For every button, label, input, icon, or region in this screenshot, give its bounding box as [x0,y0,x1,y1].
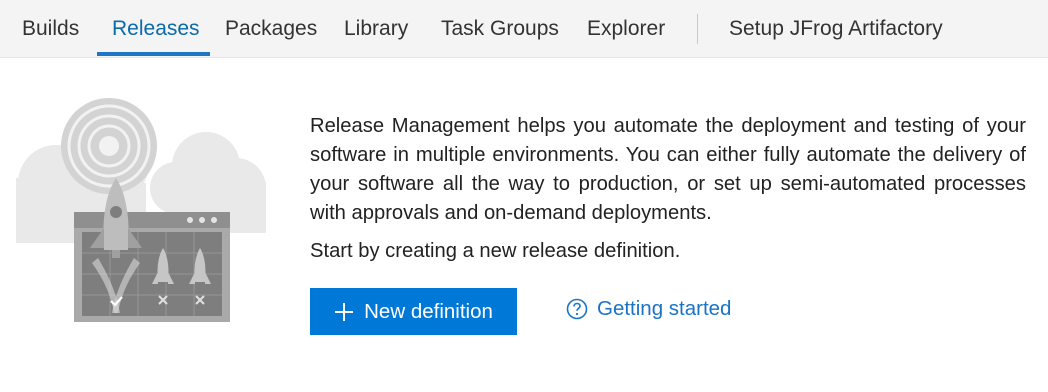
getting-started-label: Getting started [597,297,732,320]
tab-task-groups[interactable]: Task Groups [441,0,559,57]
rocket-launch-illustration [0,88,276,328]
tab-setup-jfrog-artifactory[interactable]: Setup JFrog Artifactory [729,0,943,57]
tab-library[interactable]: Library [344,0,408,57]
getting-started-link[interactable]: Getting started [566,294,731,324]
tab-explorer[interactable]: Explorer [587,0,665,57]
help-circle-icon [566,298,588,320]
active-tab-indicator [97,52,210,56]
tab-divider [697,14,698,44]
tab-releases[interactable]: Releases [112,0,200,57]
release-management-description: Release Management helps you automate th… [310,115,1026,224]
start-instruction-text: Start by creating a new release definiti… [310,240,681,262]
new-definition-button[interactable]: New definition [310,288,517,335]
tab-builds[interactable]: Builds [22,0,79,57]
tab-bar: Builds Releases Packages Library Task Gr… [0,0,1048,58]
plus-icon [334,302,354,322]
tab-packages[interactable]: Packages [225,0,317,57]
new-definition-label: New definition [364,299,493,323]
